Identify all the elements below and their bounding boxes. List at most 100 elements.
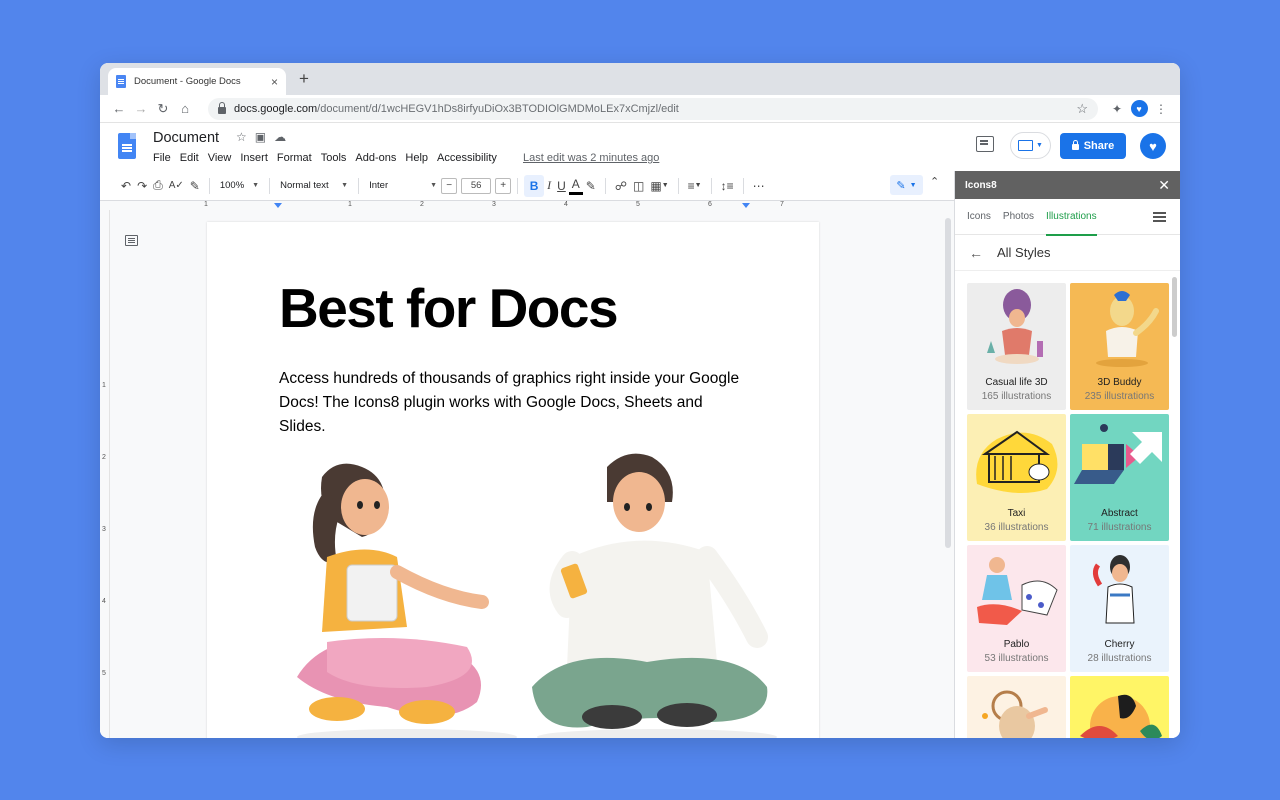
style-card-pablo[interactable]: Pablo 53 illustrations (967, 545, 1066, 672)
page-heading[interactable]: Best for Docs (279, 276, 619, 340)
chevron-up-icon[interactable]: ⌃ (930, 175, 939, 188)
ruler-mark: 7 (780, 201, 784, 208)
star-icon[interactable]: ☆ (236, 130, 247, 144)
italic-button[interactable]: I (544, 175, 554, 197)
undo-icon[interactable]: ↶ (118, 175, 134, 197)
text-color-button[interactable]: A (568, 177, 583, 195)
ruler-mark: 5 (636, 201, 640, 208)
casual-life-3d-thumbnail (987, 289, 1043, 364)
ruler-mark: 6 (708, 201, 712, 208)
spellcheck-icon[interactable]: A✓ (166, 175, 187, 197)
tab-illustrations[interactable]: Illustrations (1046, 199, 1097, 236)
highlight-icon[interactable]: ✎ (583, 175, 599, 197)
menu-file[interactable]: File (153, 152, 171, 164)
browser-tab[interactable]: Document - Google Docs × (108, 68, 286, 95)
menu-view[interactable]: View (208, 152, 232, 164)
icons8-side-panel: Icons8 ✕ Icons Photos Illustrations ← Al… (954, 171, 1180, 738)
document-scrollbar[interactable] (944, 210, 952, 738)
print-icon[interactable]: ⎙ (150, 175, 166, 197)
last-edit-link[interactable]: Last edit was 2 minutes ago (523, 152, 659, 164)
style-card-taxi[interactable]: Taxi 36 illustrations (967, 414, 1066, 541)
3d-buddy-thumbnail (1096, 291, 1159, 367)
hamburger-menu-icon[interactable] (1153, 212, 1166, 214)
card-count: 53 illustrations (984, 653, 1049, 664)
move-folder-icon[interactable]: ▣ (255, 130, 266, 144)
menu-edit[interactable]: Edit (180, 152, 199, 164)
profile-icon[interactable]: ♥ (1128, 98, 1150, 120)
divider (269, 177, 271, 194)
back-arrow-icon[interactable]: ← (108, 98, 130, 120)
cherry-thumbnail (1092, 555, 1135, 624)
redo-icon[interactable]: ↷ (134, 175, 150, 197)
menu-insert[interactable]: Insert (240, 152, 268, 164)
tab-photos[interactable]: Photos (1003, 211, 1034, 222)
right-indent-marker[interactable] (742, 203, 750, 208)
style-card[interactable] (1070, 676, 1169, 738)
tab-icons[interactable]: Icons (967, 211, 991, 222)
style-card-abstract[interactable]: Abstract 71 illustrations (1070, 414, 1169, 541)
space-character-thumbnail (982, 690, 1048, 738)
zoom-select[interactable]: 100% ▼ (216, 180, 263, 191)
browser-menu-icon[interactable]: ⋮ (1150, 98, 1172, 120)
line-spacing-icon[interactable]: ↕≡ (718, 175, 737, 197)
address-bar[interactable]: docs.google.com/document/d/1wcHEGV1hDs8i… (208, 97, 1098, 120)
paint-format-icon[interactable]: ✎ (187, 175, 203, 197)
editing-mode-button[interactable]: ✎ ▼ (890, 175, 923, 195)
docs-logo-icon[interactable] (118, 133, 136, 159)
home-icon[interactable]: ⌂ (174, 98, 196, 120)
card-count: 36 illustrations (984, 522, 1049, 533)
page-body-text[interactable]: Access hundreds of thousands of graphics… (279, 367, 749, 439)
present-button[interactable]: ▼ (1010, 132, 1051, 159)
font-size-input[interactable]: 56 (461, 177, 492, 194)
cloud-status-icon[interactable]: ☁ (274, 130, 286, 144)
add-comment-icon[interactable]: ◫ (630, 175, 647, 197)
menu-format[interactable]: Format (277, 152, 312, 164)
back-arrow-icon[interactable]: ← (969, 245, 983, 261)
menu-tools[interactable]: Tools (321, 152, 347, 164)
more-icon[interactable]: ⋯ (750, 175, 768, 197)
style-card[interactable] (967, 676, 1066, 738)
avatar[interactable]: ♥ (1140, 133, 1166, 159)
menu-addons[interactable]: Add-ons (355, 152, 396, 164)
link-icon[interactable]: ☍ (612, 175, 630, 197)
chevron-down-icon: ▼ (252, 182, 260, 189)
bold-button[interactable]: B (524, 174, 545, 197)
horizontal-ruler[interactable]: 1 1 2 3 4 5 6 7 (100, 200, 954, 210)
back-to-all-styles[interactable]: ← All Styles (955, 235, 1180, 271)
menu-accessibility[interactable]: Accessibility (437, 152, 497, 164)
chevron-down-icon: ▼ (1036, 142, 1043, 149)
insert-image-icon[interactable]: ▦ ▼ (647, 175, 671, 197)
chevron-down-icon: ▼ (341, 182, 349, 189)
tab-close-icon[interactable]: × (271, 75, 278, 89)
bookmark-star-icon[interactable]: ☆ (1076, 101, 1088, 117)
new-tab-button[interactable]: + (294, 69, 314, 89)
vertical-ruler[interactable]: 1 2 3 4 5 6 (100, 210, 110, 738)
document-page[interactable]: Best for Docs Access hundreds of thousan… (207, 222, 819, 738)
style-card-3d-buddy[interactable]: 3D Buddy 235 illustrations (1070, 283, 1169, 410)
card-name: Pablo (1003, 639, 1030, 650)
increase-font-size-button[interactable]: + (495, 177, 512, 194)
font-select[interactable]: Inter ▼ (365, 180, 441, 191)
scrollbar-thumb[interactable] (945, 218, 951, 548)
card-name: Abstract (1101, 508, 1138, 519)
style-select[interactable]: Normal text ▼ (276, 180, 352, 191)
docs-header: Document ☆ ▣ ☁ File Edit View Insert For… (100, 123, 1180, 171)
left-indent-marker[interactable] (274, 203, 282, 208)
extensions-puzzle-icon[interactable]: ✦ (1106, 98, 1128, 120)
underline-button[interactable]: U (554, 175, 569, 197)
reload-icon[interactable]: ↻ (152, 98, 174, 120)
decrease-font-size-button[interactable]: − (441, 177, 458, 194)
document-title[interactable]: Document (153, 130, 219, 146)
people-with-devices-illustration[interactable] (267, 447, 787, 738)
style-card-cherry[interactable]: Cherry 28 illustrations (1070, 545, 1169, 672)
document-outline-icon[interactable] (125, 235, 138, 246)
comment-history-icon[interactable] (976, 136, 994, 152)
style-card-casual-life-3d[interactable]: Casual life 3D 165 illustrations (967, 283, 1066, 410)
side-panel-scrollbar[interactable] (1172, 277, 1177, 337)
tab-strip: Document - Google Docs × + (100, 63, 1180, 95)
forward-arrow-icon[interactable]: → (130, 98, 152, 120)
menu-help[interactable]: Help (405, 152, 428, 164)
share-button[interactable]: Share (1060, 133, 1126, 159)
align-icon[interactable]: ≡ ▼ (685, 175, 705, 197)
close-icon[interactable]: ✕ (1158, 177, 1170, 194)
